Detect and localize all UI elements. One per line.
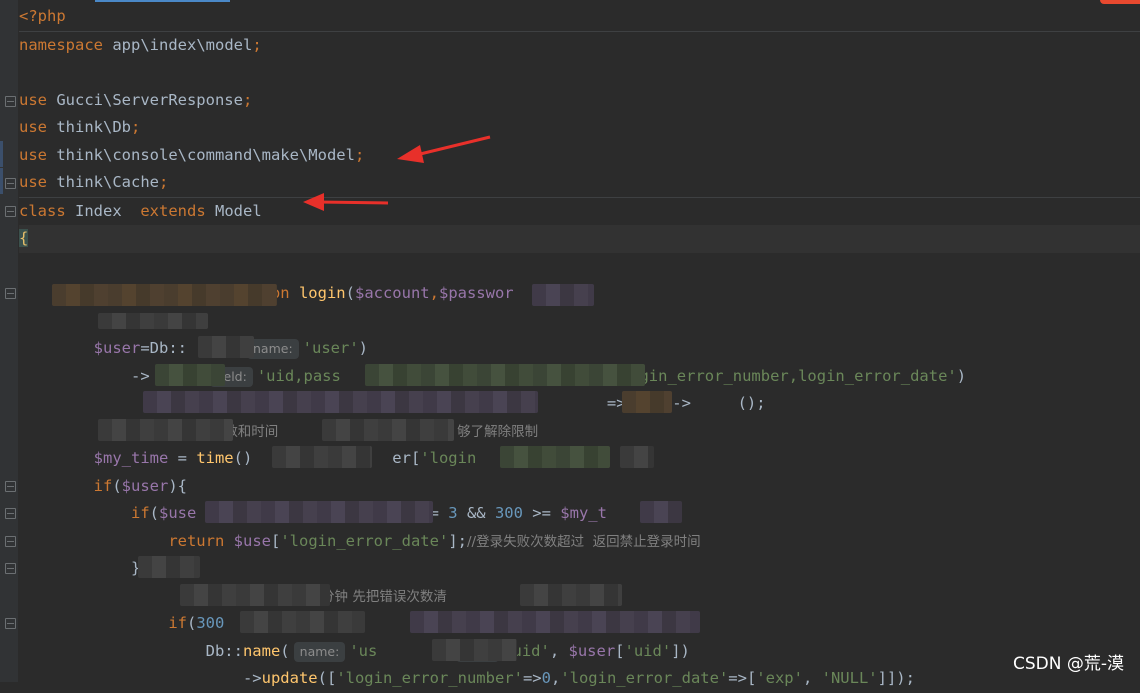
annotation-arrows [303,135,491,211]
code-editor[interactable]: <?php namespace app\index\model; use Gucci… [0,0,1140,687]
arrow-annotation-model-import [397,135,491,163]
watermark: CSDN @荒-漠 [1012,654,1124,674]
arrow-annotation-extends-model [303,193,389,211]
